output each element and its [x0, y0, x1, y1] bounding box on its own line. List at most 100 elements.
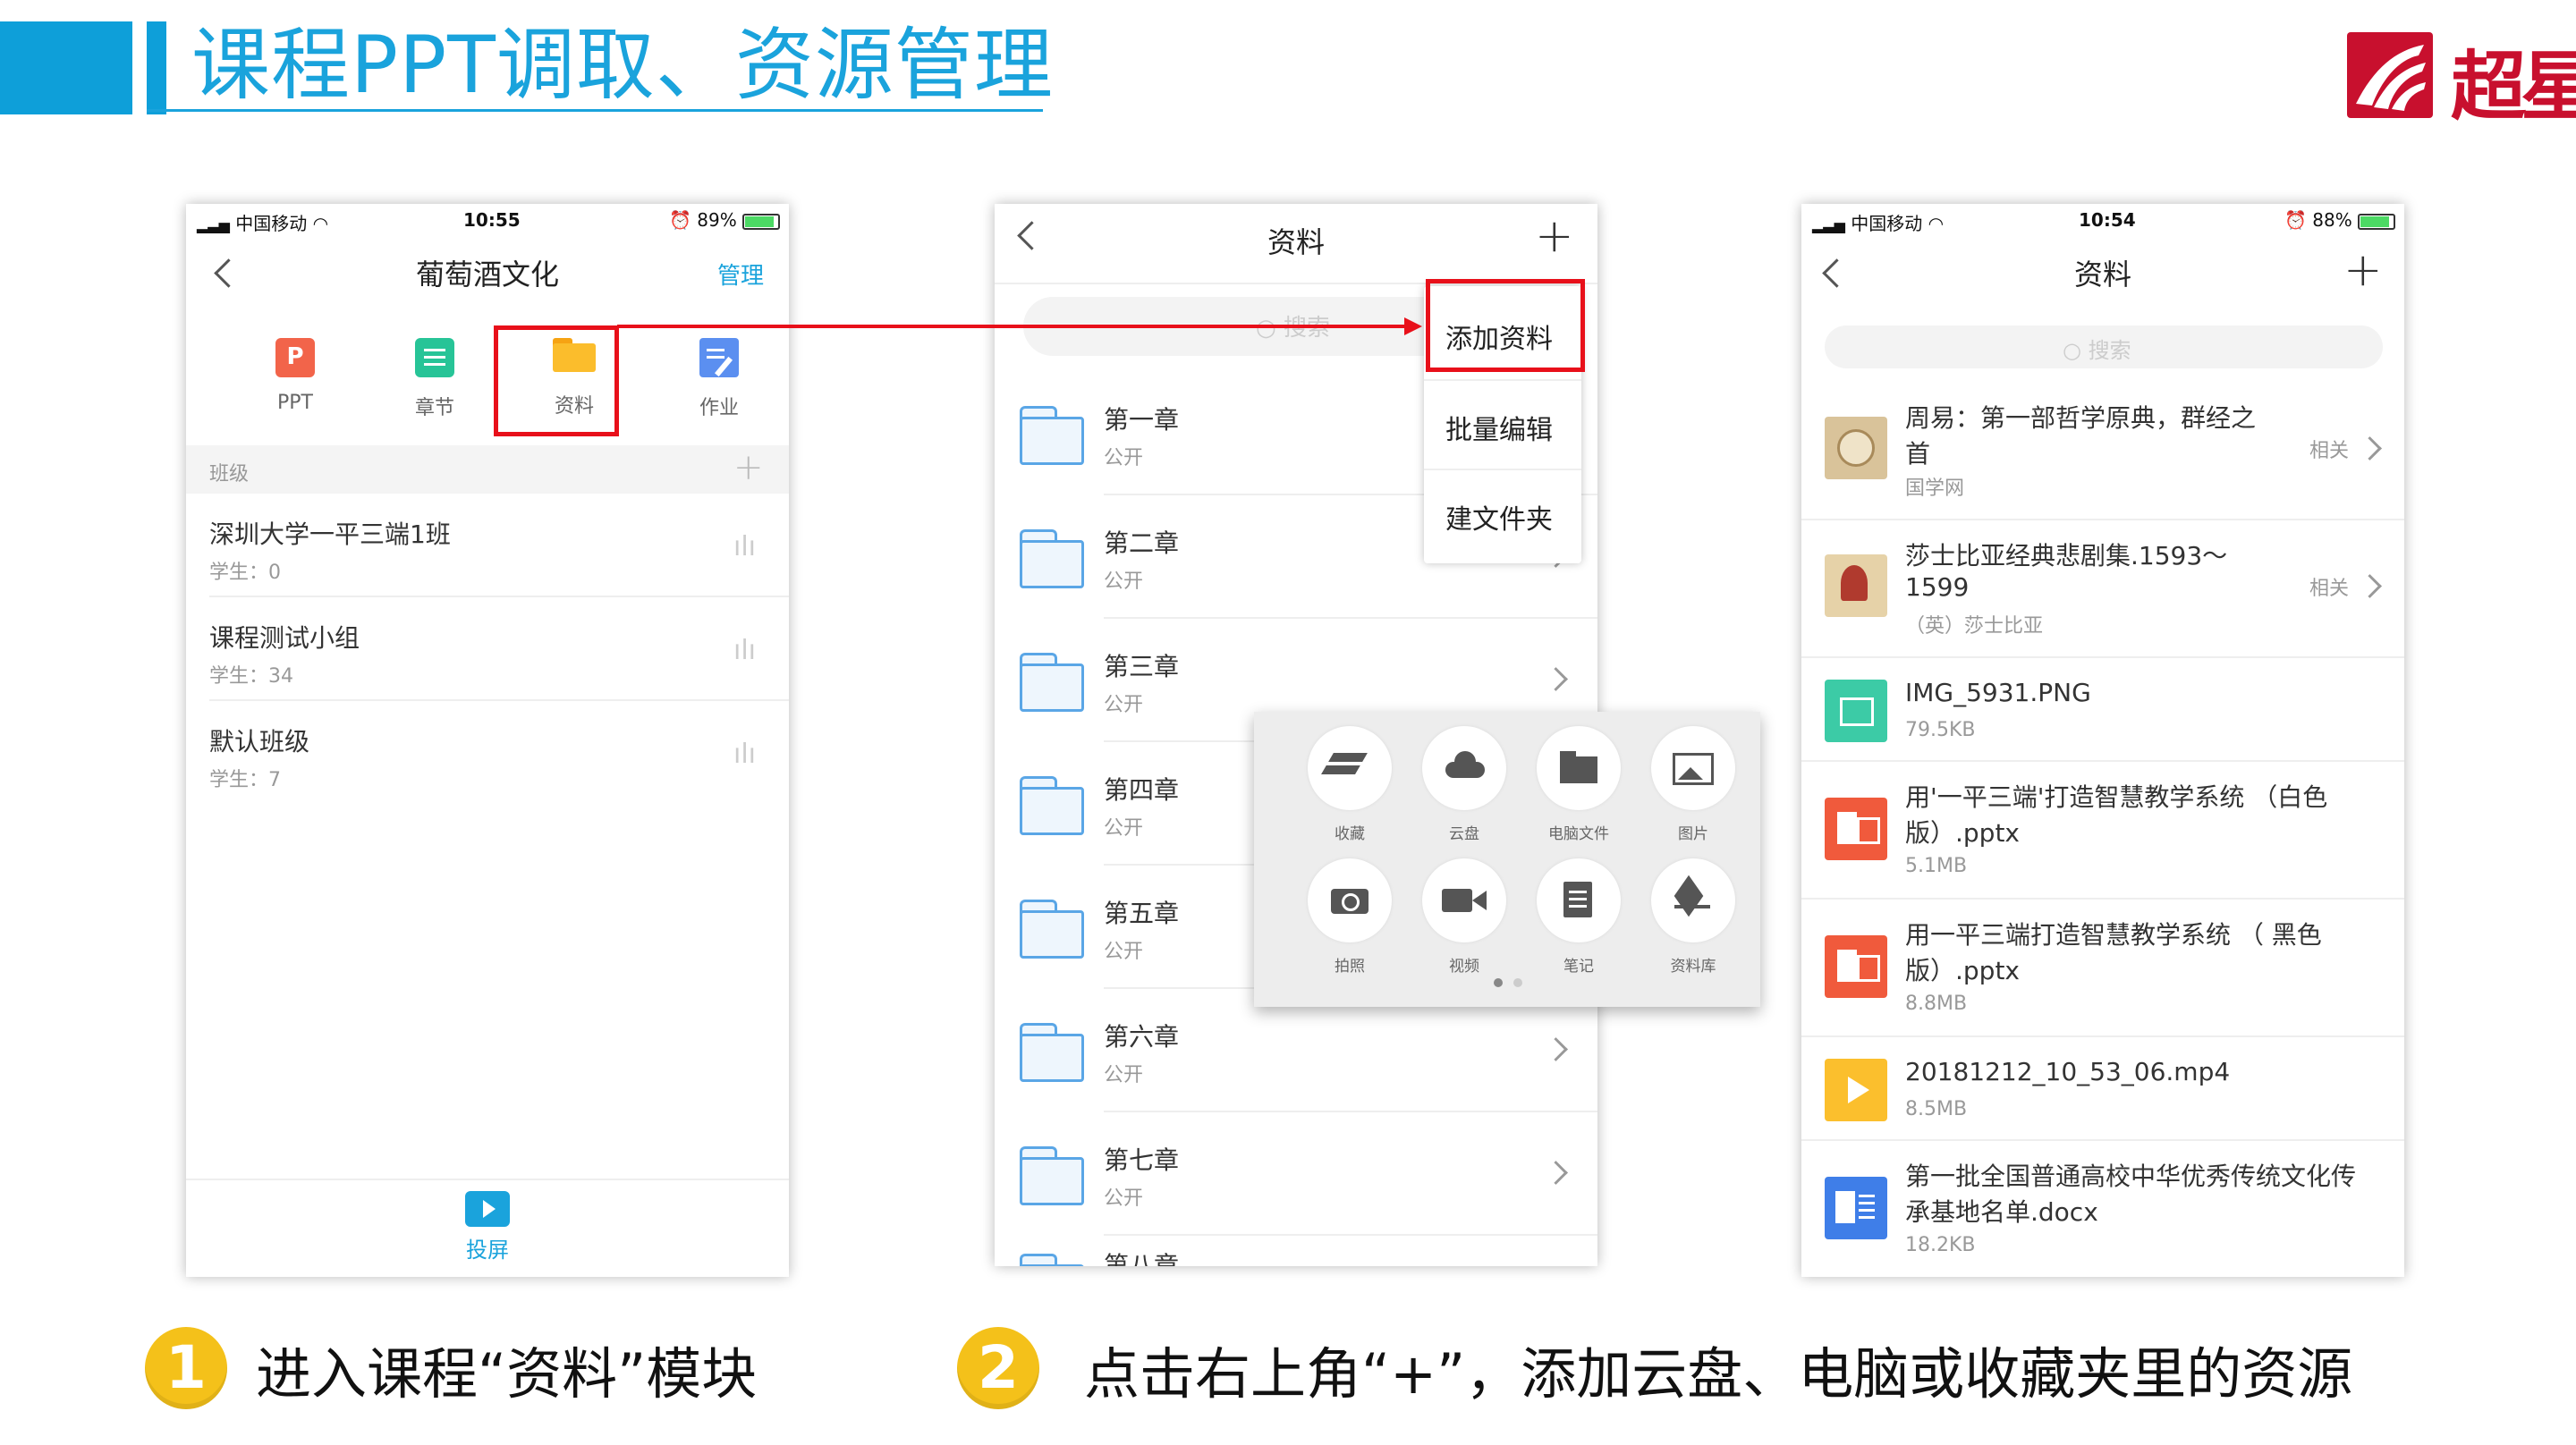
add-plus-icon[interactable]: + [2343, 247, 2383, 293]
status-carrier: ▂▃▅ 中国移动 ◠ [197, 213, 329, 234]
stats-icon[interactable]: ılı [733, 739, 756, 770]
file-row[interactable]: 用一平三端打造智慧教学系统 （ 黑色 版）.pptx 8.8MB [1801, 900, 2404, 1037]
alarm-icon: ⏰ [669, 209, 691, 231]
file-row[interactable]: 周易：第一部哲学原典，群经之 首 国学网 相关 [1801, 383, 2404, 520]
camera-icon [1308, 858, 1392, 942]
title-accent-bar [147, 21, 166, 114]
related-label[interactable]: 相关 [2309, 572, 2349, 601]
folder-icon [1020, 1146, 1084, 1205]
video-icon [1422, 858, 1506, 942]
folder-icon [1020, 776, 1084, 835]
signal-icon: ▂▃▅ [197, 216, 230, 233]
chaoxing-logo-icon [2347, 32, 2433, 118]
folder-icon [1020, 406, 1084, 465]
folder-icon [1020, 1023, 1084, 1082]
nav-title: 资料 [2073, 258, 2131, 292]
chevron-right-icon [1544, 1037, 1568, 1061]
chapter-icon [415, 338, 454, 377]
folder-row[interactable]: 第六章 公开 [995, 991, 1597, 1112]
materials-highlight-box [494, 325, 619, 436]
nav-title: 葡萄酒文化 [415, 258, 559, 292]
search-input[interactable]: ○ 搜索 [1825, 325, 2383, 368]
nav-title: 资料 [1267, 225, 1325, 259]
source-cloud[interactable]: 云盘 [1406, 726, 1522, 843]
status-battery: ⏰ 89% [669, 209, 781, 231]
add-material-highlight-box [1426, 279, 1585, 372]
wifi-icon: ◠ [312, 213, 329, 234]
folder-row[interactable]: 第八章 [995, 1238, 1597, 1266]
file-row[interactable]: IMG_5931.PNG 79.5KB [1801, 658, 2404, 762]
video-file-icon [1825, 1059, 1887, 1121]
computer-folder-icon [1537, 726, 1621, 810]
file-row[interactable]: 第一批全国普通高校中华优秀传统文化传 承基地名单.docx 18.2KB [1801, 1141, 2404, 1275]
title-underline [147, 109, 1043, 112]
folder-icon [1020, 653, 1084, 712]
book-cover-icon [1825, 554, 1887, 617]
file-row[interactable]: 莎士比亚经典悲剧集.1593～ 1599 （英）莎士比亚 相关 [1801, 520, 2404, 658]
module-homework[interactable]: 作业 [674, 338, 764, 420]
source-video[interactable]: 视频 [1406, 858, 1522, 976]
step-number-badge: 2 [957, 1327, 1039, 1409]
row-divider [1104, 1111, 1597, 1112]
module-ppt[interactable]: P PPT [250, 338, 340, 414]
folder-icon [1020, 529, 1084, 588]
status-time: 10:54 [2079, 209, 2136, 231]
battery-icon [742, 213, 781, 230]
screencast-icon [465, 1191, 510, 1227]
logo-text: 超星 [2451, 42, 2576, 131]
screencast-button[interactable]: 投屏 [186, 1191, 789, 1263]
source-computer-file[interactable]: 电脑文件 [1521, 726, 1637, 843]
source-camera[interactable]: 拍照 [1292, 858, 1408, 976]
menu-item-new-folder[interactable]: 建文件夹 [1424, 470, 1581, 556]
book-cover-icon [1825, 417, 1887, 479]
search-icon: ○ [2063, 338, 2081, 363]
library-icon [1651, 858, 1735, 942]
alarm-icon: ⏰ [2284, 209, 2307, 231]
folder-icon [1020, 1254, 1084, 1266]
add-source-popup: 收藏 云盘 电脑文件 图片 拍照 视频 笔记 资料库 [1254, 712, 1760, 1007]
class-section-header: 班级 + [186, 445, 789, 494]
signal-icon: ▂▃▅ [1812, 216, 1845, 233]
menu-item-batch-edit[interactable]: 批量编辑 [1424, 381, 1581, 467]
source-note[interactable]: 笔记 [1521, 858, 1637, 976]
row-divider [1104, 617, 1597, 619]
page-dot[interactable] [1513, 978, 1522, 987]
row-divider [1104, 1234, 1597, 1236]
homework-icon [699, 338, 739, 377]
add-plus-icon[interactable]: + [1535, 213, 1574, 259]
word-file-icon [1825, 1177, 1887, 1239]
battery-icon [2358, 213, 2396, 230]
module-chapter[interactable]: 章节 [390, 338, 479, 420]
favorite-icon [1308, 726, 1392, 810]
chevron-right-icon [2358, 436, 2382, 461]
page-dot-active[interactable] [1494, 978, 1503, 987]
stats-icon[interactable]: ılı [733, 635, 756, 666]
class-item[interactable]: 默认班级 学生：7 ılı [186, 701, 789, 805]
arrow-connector [617, 317, 1422, 335]
note-icon [1537, 858, 1621, 942]
file-row[interactable]: 20181212_10_53_06.mp4 8.5MB [1801, 1037, 2404, 1141]
image-file-icon [1825, 680, 1887, 742]
related-label[interactable]: 相关 [2309, 435, 2349, 463]
file-row[interactable]: 用'一平三端'打造智慧教学系统 （白色 版）.pptx 5.1MB [1801, 762, 2404, 900]
class-item[interactable]: 深圳大学一平三端1班 学生：0 ılı [186, 494, 789, 597]
slide-title: 课程PPT调取、资源管理 [191, 19, 1054, 111]
step-number-badge: 1 [145, 1327, 227, 1409]
manage-link[interactable]: 管理 [717, 258, 764, 291]
phone-course-home: ▂▃▅ 中国移动 ◠ 10:55 ⏰ 89% 葡萄酒文化 管理 P PPT 章节… [186, 204, 789, 1277]
class-item[interactable]: 课程测试小组 学生：34 ılı [186, 597, 789, 701]
source-favorite[interactable]: 收藏 [1292, 726, 1408, 843]
folder-row[interactable]: 第七章 公开 [995, 1114, 1597, 1236]
step-2-caption: 点击右上角“+”，添加云盘、电脑或收藏夹里的资源 [1084, 1341, 2353, 1407]
folder-icon [1020, 900, 1084, 959]
step-1-caption: 进入课程“资料”模块 [256, 1341, 758, 1407]
phone-materials-files: ▂▃▅ 中国移动 ◠ 10:54 ⏰ 88% 资料 + ○ 搜索 周易：第一部哲… [1801, 204, 2404, 1277]
source-image[interactable]: 图片 [1635, 726, 1751, 843]
source-library[interactable]: 资料库 [1635, 858, 1751, 976]
stats-icon[interactable]: ılı [733, 531, 756, 562]
status-time: 10:55 [463, 209, 521, 231]
status-battery: ⏰ 88% [2284, 209, 2396, 231]
add-class-icon[interactable]: + [733, 447, 764, 488]
ppt-icon: P [275, 338, 315, 377]
chevron-right-icon [2358, 574, 2382, 598]
